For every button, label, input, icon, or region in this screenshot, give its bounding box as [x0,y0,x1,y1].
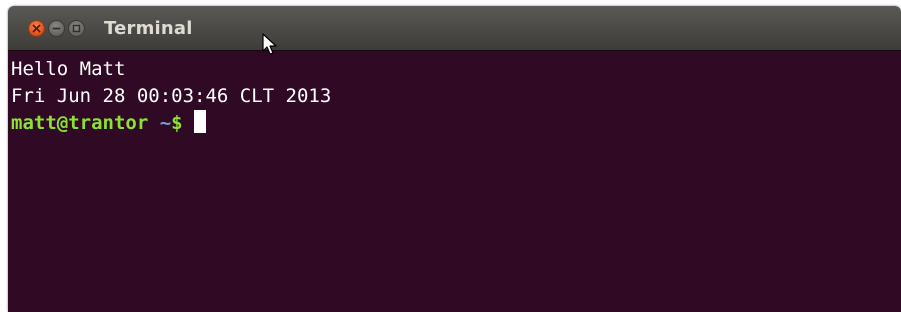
output-line-greeting: Hello Matt [11,58,126,80]
minimize-button[interactable] [48,19,65,37]
maximize-button[interactable] [68,19,85,37]
title-bar[interactable]: Terminal [8,6,901,50]
prompt-user-host: matt@trantor [11,112,149,134]
window-title: Terminal [104,17,193,39]
maximize-icon [72,24,81,32]
output-line-date: Fri Jun 28 00:03:46 CLT 2013 [11,85,332,107]
prompt-symbol: $ [171,112,183,134]
prompt-line[interactable]: matt@trantor ~$ [11,110,901,137]
close-button[interactable] [28,19,45,37]
window-controls [28,19,88,37]
minimize-icon [52,27,61,29]
mouse-pointer-icon [262,33,277,55]
prompt-path: ~ [148,112,172,134]
text-cursor [193,110,206,133]
close-icon [32,24,41,32]
terminal-output[interactable]: Hello Matt Fri Jun 28 00:03:46 CLT 2013 … [8,50,901,312]
terminal-window: Terminal Hello Matt Fri Jun 28 00:03:46 … [8,6,901,312]
